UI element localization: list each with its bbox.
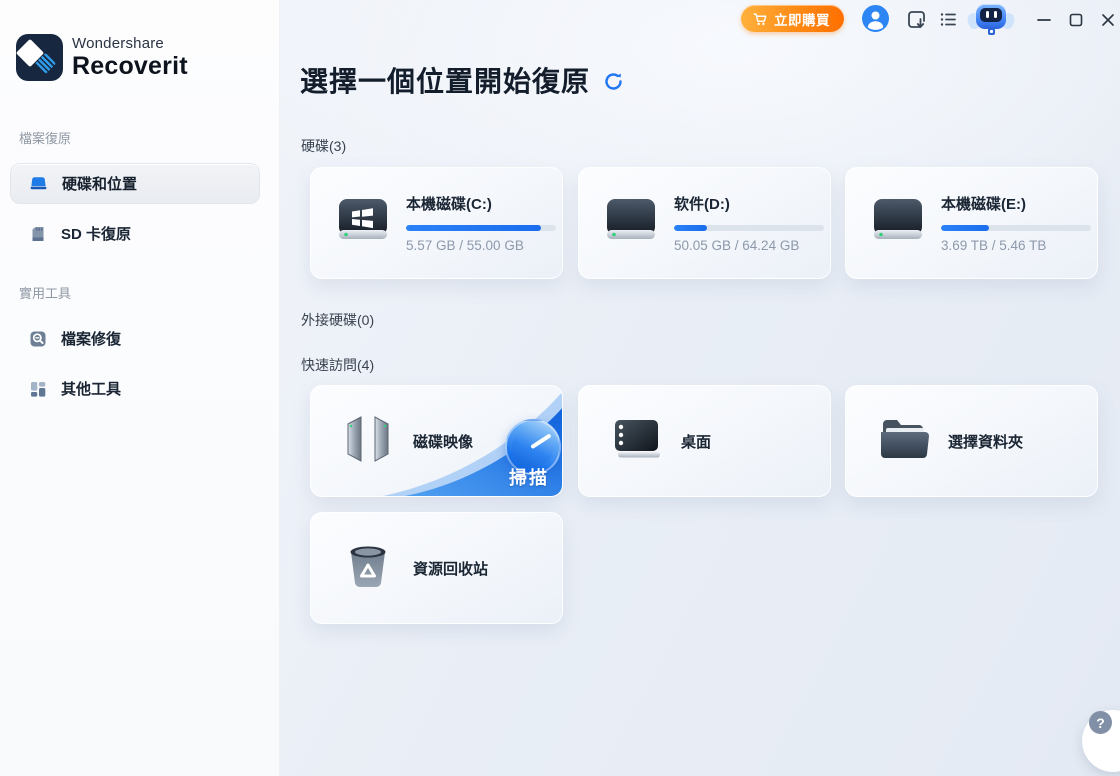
desktop-icon <box>608 414 664 469</box>
drive-usage-bar <box>674 225 824 231</box>
quick-access-label: 資源回收站 <box>413 558 488 579</box>
sidebar-item-label: 檔案修復 <box>61 328 121 349</box>
drive-name: 软件(D:) <box>674 193 824 214</box>
drive-name: 本機磁碟(C:) <box>406 193 556 214</box>
buy-now-button[interactable]: 立即購買 <box>741 5 844 32</box>
file-repair-icon <box>27 328 48 349</box>
recycle-bin-icon <box>340 541 396 596</box>
quick-access-label: 磁碟映像 <box>413 431 473 452</box>
drive-icon <box>869 196 927 251</box>
drive-size: 50.05 GB / 64.24 GB <box>674 238 824 253</box>
cart-icon <box>752 11 768 27</box>
titlebar: 立即購買 <box>280 0 1120 40</box>
app-logo: Wondershare Recoverit <box>16 34 188 81</box>
help-button[interactable]: ? <box>1089 711 1112 734</box>
drive-size: 5.57 GB / 55.00 GB <box>406 238 556 253</box>
sidebar-item-sd-card[interactable]: SD 卡復原 <box>10 213 260 254</box>
other-tools-icon <box>27 378 48 399</box>
product-name: Recoverit <box>72 54 188 79</box>
app-window: Wondershare Recoverit 檔案復原 硬碟和位置 SD 卡復原 … <box>0 0 1120 776</box>
sidebar-item-other-tools[interactable]: 其他工具 <box>10 368 260 409</box>
external-section-label: 外接硬碟(0) <box>301 310 374 330</box>
disk-image-icon <box>340 414 396 469</box>
refresh-icon[interactable] <box>603 71 624 92</box>
drive-usage-bar <box>406 225 556 231</box>
drive-name: 本機磁碟(E:) <box>941 193 1091 214</box>
sidebar-item-file-repair[interactable]: 檔案修復 <box>10 318 260 359</box>
main-content: 立即購買 <box>280 0 1120 776</box>
drive-card[interactable]: 本機磁碟(E:) 3.69 TB / 5.46 TB <box>845 167 1098 279</box>
drive-icon <box>602 196 660 251</box>
maximize-button[interactable] <box>1064 8 1088 32</box>
minimize-button[interactable] <box>1032 8 1056 32</box>
drive-usage-bar <box>941 225 1091 231</box>
windows-drive-icon <box>334 196 392 251</box>
page-title: 選擇一個位置開始復原 <box>300 60 590 100</box>
task-list-icon[interactable] <box>936 7 960 31</box>
recoverit-logo-icon <box>16 34 63 81</box>
sidebar-section-file-recovery: 檔案復原 <box>19 128 71 147</box>
close-button[interactable] <box>1096 8 1120 32</box>
sd-card-icon <box>27 223 48 244</box>
quick-access-card-recycle-bin[interactable]: 資源回收站 <box>310 512 563 624</box>
sidebar-item-label: SD 卡復原 <box>61 223 131 244</box>
buy-now-label: 立即購買 <box>774 9 830 29</box>
quick-access-label: 桌面 <box>681 431 711 452</box>
hard-drive-icon <box>28 173 49 194</box>
quick-access-card-desktop[interactable]: 桌面 <box>578 385 831 497</box>
scan-action-label[interactable]: 掃描 <box>509 464 549 490</box>
folder-icon <box>875 414 931 469</box>
account-avatar[interactable] <box>862 5 889 32</box>
sidebar: Wondershare Recoverit 檔案復原 硬碟和位置 SD 卡復原 … <box>0 0 280 776</box>
sidebar-section-utility-tools: 實用工具 <box>19 283 71 302</box>
drive-card[interactable]: 本機磁碟(C:) 5.57 GB / 55.00 GB <box>310 167 563 279</box>
hdd-section-label: 硬碟(3) <box>301 136 346 156</box>
sidebar-item-drives-locations[interactable]: 硬碟和位置 <box>10 163 260 204</box>
brand-name: Wondershare <box>72 36 188 51</box>
sidebar-item-label: 其他工具 <box>61 378 121 399</box>
robot-assistant-icon[interactable] <box>968 1 1014 37</box>
quick-access-section-label: 快速訪問(4) <box>301 355 374 375</box>
drive-card[interactable]: 软件(D:) 50.05 GB / 64.24 GB <box>578 167 831 279</box>
download-center-icon[interactable] <box>904 7 928 31</box>
drive-size: 3.69 TB / 5.46 TB <box>941 238 1091 253</box>
quick-access-card-choose-folder[interactable]: 選擇資料夾 <box>845 385 1098 497</box>
quick-access-card-disk-image[interactable]: 磁碟映像 掃描 <box>310 385 563 497</box>
sidebar-item-label: 硬碟和位置 <box>62 173 137 194</box>
quick-access-label: 選擇資料夾 <box>948 431 1023 452</box>
